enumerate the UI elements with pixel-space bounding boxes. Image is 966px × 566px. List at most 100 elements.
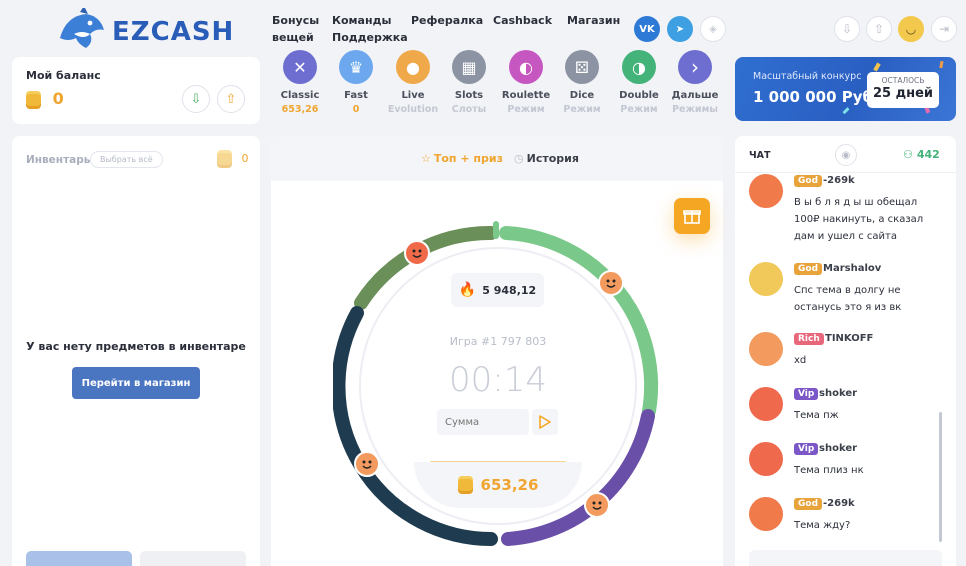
balance-withdraw-button[interactable]: ⇧ [217,85,245,113]
shark-logo-icon [60,8,104,48]
player-avatar[interactable] [354,451,380,477]
player-avatar[interactable] [404,240,430,266]
wheel-pointer [493,221,499,239]
select-all-button[interactable]: Выбрать всё [90,151,163,168]
smile-icon [592,501,602,510]
user-badge: God [794,175,823,187]
chat-avatar[interactable] [749,332,783,366]
user-badge: God [794,263,823,275]
chat-text: Тема жду? [794,520,851,531]
inventory-action-button-primary[interactable] [26,551,132,566]
promo-banner[interactable]: Масштабный конкурс 1 000 000 Руб ОСТАЛОС… [735,57,956,121]
jackpot-box: 🔥 5 948,12 [451,273,544,307]
logout-icon[interactable]: ⇥ [931,16,957,42]
roulette-icon: ◐ [509,50,543,84]
users-icon: ⚇ [903,148,913,161]
promo-remain-box: ОСТАЛОСЬ 25 дней [867,72,939,108]
user-badge: God [794,498,823,510]
chat-username[interactable]: -269k [823,498,855,509]
user-badge: Rich [794,333,824,345]
promo-amount: 1 000 000 Руб [753,88,873,106]
person-icon: ● [396,50,430,84]
go-to-shop-button[interactable]: Перейти в магазин [72,367,200,399]
clock-icon: ◷ [514,152,524,165]
game-timer: 00:14 [449,360,547,400]
inventory-empty-text: У вас нету предметов в инвентаре [26,340,246,353]
game-number: Игра #1 797 803 [449,335,547,348]
crown-icon: ♛ [339,50,373,84]
inventory-action-button-secondary[interactable] [140,551,246,566]
chat-avatar[interactable] [749,497,783,531]
promo-remain-value: 25 дней [872,86,934,101]
inventory-count: 0 [217,152,249,165]
coin-icon [217,153,232,165]
bet-amount-input[interactable] [437,409,529,435]
vk-button[interactable]: VK [634,16,660,42]
user-badge: Vip [794,388,819,400]
chat-panel: ЧАТ ◉ ⚇ 442 God -269k В ы б л я д ы ш обе… [735,136,956,566]
smile-icon [606,279,616,288]
coin-icon [26,93,41,106]
chat-text: В ы б л я д ы ш обещал 100₽ накинуть, а … [794,197,924,242]
swords-icon: ✕ [283,50,317,84]
bank-value: 653,26 [414,462,582,508]
chat-avatar[interactable] [749,387,783,421]
fire-icon: 🔥 [458,282,477,298]
player-avatar[interactable] [598,270,624,296]
online-count: ⚇ 442 [903,148,940,161]
promo-remain-label: ОСТАЛОСЬ [881,76,925,85]
place-bet-button[interactable] [532,409,558,435]
chat-username[interactable]: shoker [819,443,857,454]
promo-title: Масштабный конкурс [753,71,862,82]
inventory-panel: Инвентарь Выбрать всё 0 У вас нету предм… [12,136,260,566]
mode-more[interactable]: › Дальше Режимы [661,50,729,115]
balance-card: Мой баланс 0 ⇩ ⇧ [12,57,260,124]
nav-bonuses[interactable]: Бонусы вещей [272,12,322,46]
inventory-title: Инвентарь [26,154,91,166]
user-avatar[interactable]: ◡ [898,16,924,42]
deposit-icon[interactable]: ⇩ [834,16,860,42]
chat-username[interactable]: shoker [819,388,857,399]
chat-text: Спс тема в долгу не останусь это я из вк [794,285,902,313]
coin-icon [457,479,473,491]
discord-icon[interactable]: ◈ [700,16,726,42]
nav-cashback[interactable]: Cashback [493,12,552,29]
chat-avatar[interactable] [749,262,783,296]
chat-title: ЧАТ [749,150,771,161]
nav-shop[interactable]: Магазин [567,12,620,29]
chat-avatar[interactable] [749,174,783,208]
dice-icon: ⚄ [565,50,599,84]
chat-scrollbar[interactable] [939,412,942,542]
tab-top-prize[interactable]: ☆ Топ + приз [421,152,503,165]
tab-history[interactable]: ◷ История [514,152,579,165]
withdraw-icon[interactable]: ⇧ [866,16,892,42]
user-badge: Vip [794,443,819,455]
double-icon: ◑ [622,50,656,84]
chat-username[interactable]: Marshalov [823,263,881,274]
gift-button[interactable] [674,198,710,234]
chat-text: Тема плиз нк [794,465,864,476]
balance-title: Мой баланс [26,69,101,82]
balance-value: 0 [26,89,64,108]
telegram-button[interactable]: ➤ [667,16,693,42]
nav-teams-support[interactable]: Команды Поддержка [332,12,408,46]
chat-text: Тема пж [794,410,839,421]
chevron-right-icon: › [678,50,712,84]
star-icon: ☆ [421,152,431,165]
balance-deposit-button[interactable]: ⇩ [182,85,210,113]
eye-icon[interactable]: ◉ [835,144,857,166]
nav-referral[interactable]: Рефералка [411,12,483,29]
chat-username[interactable]: TINKOFF [825,333,873,344]
player-avatar[interactable] [584,492,610,518]
smile-icon [362,460,372,469]
chat-avatar[interactable] [749,442,783,476]
cards-icon: ▦ [452,50,486,84]
logo-text: EZCASH [112,17,235,47]
chat-divider [735,172,956,173]
site-logo[interactable]: EZCASH [56,8,236,52]
gift-icon [683,210,701,224]
chat-username[interactable]: -269k [823,175,855,186]
chat-input[interactable] [749,550,942,566]
chat-text: xd [794,355,807,366]
smile-icon [412,249,422,258]
